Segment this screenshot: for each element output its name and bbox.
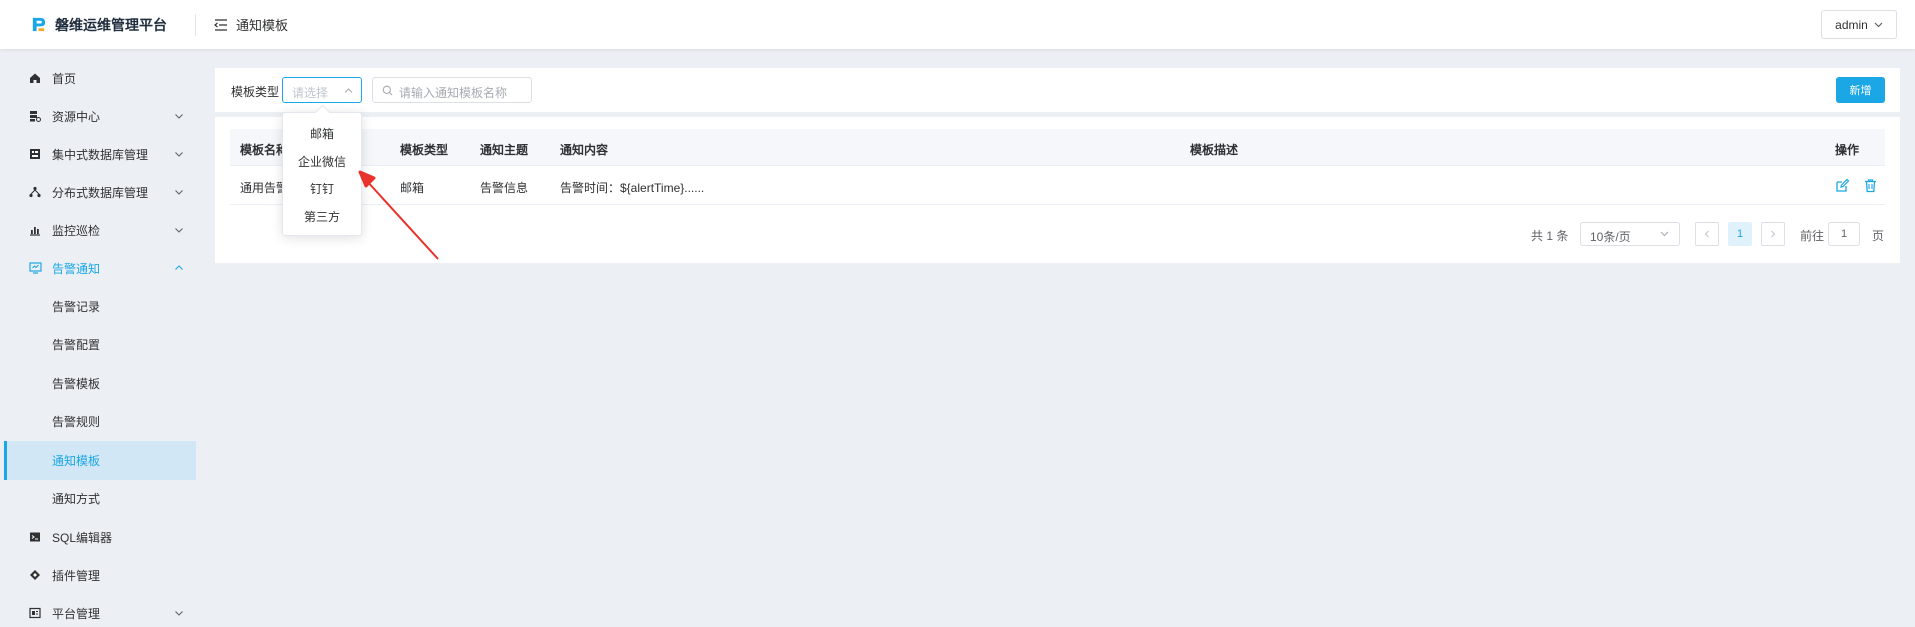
option-dingtalk[interactable]: 钉钉 [283,175,361,203]
breadcrumb: 通知模板 [214,15,288,34]
platform-icon [28,606,42,620]
col-template-type: 模板类型 [400,143,449,157]
col-subject: 通知主题 [480,143,529,157]
search-placeholder: 请输入通知模板名称 [399,86,508,100]
sidebar-item-sql-editor[interactable]: SQL编辑器 [4,518,196,556]
chevron-up-icon [175,265,183,270]
filter-toolbar: 模板类型 请选择 请输入通知模板名称 新增 [215,68,1900,112]
sidebar-subitem-alert-rules[interactable]: 告警规则 [4,403,196,442]
option-third-party[interactable]: 第三方 [283,203,361,231]
brand[interactable]: 磐维运维管理平台 [0,13,196,36]
goto-prefix: 前往 [1800,229,1825,243]
goto-page-input[interactable]: 1 [1828,222,1860,246]
table-row: 通用告警 邮箱 告警信息 告警时间：${alertTime}...... [230,166,1885,205]
page-size-value: 10条/页 [1590,230,1631,244]
chevron-down-icon [1874,22,1883,27]
sidebar-subitem-alert-templates[interactable]: 告警模板 [4,364,196,403]
cell-subject: 告警信息 [480,181,529,195]
chevron-down-icon [175,190,183,195]
resource-icon [28,109,42,123]
brand-name: 磐维运维管理平台 [55,16,167,33]
terminal-icon [28,530,42,544]
chevron-up-icon [344,88,353,93]
chevron-down-icon [175,114,183,119]
user-menu[interactable]: admin [1821,10,1897,39]
search-icon [382,85,393,96]
sidebar-item-label: 首页 [52,71,77,86]
cell-type: 邮箱 [400,181,425,195]
sidebar-item-label: 告警通知 [52,261,101,276]
sidebar-item-label: 平台管理 [52,606,101,621]
sidebar-item-label: 资源中心 [52,109,101,124]
page-size-select[interactable]: 10条/页 [1580,222,1680,246]
chevron-down-icon [175,611,183,616]
logo-icon [32,17,46,32]
goto-suffix: 页 [1872,229,1885,243]
sidebar-item-plugins[interactable]: 插件管理 [4,556,196,594]
menu-collapse-icon[interactable] [214,18,228,31]
chart-icon [28,223,42,237]
sidebar-subitem-alert-records[interactable]: 告警记录 [4,287,196,326]
page-number-current[interactable]: 1 [1728,222,1752,246]
chevron-left-icon [1704,230,1709,238]
template-type-dropdown: 邮箱 企业微信 钉钉 第三方 [282,112,362,236]
add-button[interactable]: 新增 [1836,77,1885,103]
col-description: 模板描述 [1190,143,1239,157]
sidebar: 首页 资源中心 集中式数据库管理 分布式数据库管理 监控巡检 告警通知 告警记录… [4,59,196,627]
chevron-right-icon [1771,230,1776,238]
edit-icon[interactable] [1835,178,1850,193]
option-wecom[interactable]: 企业微信 [283,148,361,176]
sidebar-subitem-notification-methods[interactable]: 通知方式 [4,480,196,519]
total-count: 共 1 条 [1531,229,1569,243]
sidebar-item-home[interactable]: 首页 [4,59,196,97]
option-email[interactable]: 邮箱 [283,120,361,148]
sidebar-item-centralized-db[interactable]: 集中式数据库管理 [4,135,196,173]
sidebar-item-monitoring[interactable]: 监控巡检 [4,211,196,249]
sidebar-item-alerts[interactable]: 告警通知 [4,249,196,287]
template-name-search[interactable]: 请输入通知模板名称 [372,77,532,103]
cell-content: 告警时间：${alertTime}...... [560,181,705,195]
sidebar-item-label: 监控巡检 [52,223,101,238]
sidebar-item-platform[interactable]: 平台管理 [4,594,196,627]
col-template-name: 模板名称 [240,143,289,157]
next-page-button[interactable] [1761,222,1785,246]
home-icon [28,71,42,85]
template-type-select[interactable]: 请选择 [282,77,362,103]
plugin-icon [28,568,42,582]
col-content: 通知内容 [560,143,609,157]
sidebar-subitem-alert-config[interactable]: 告警配置 [4,326,196,365]
top-header: 磐维运维管理平台 通知模板 admin [0,0,1915,49]
sidebar-item-label: SQL编辑器 [52,530,113,545]
chevron-down-icon [1660,231,1669,237]
sidebar-subitem-notification-templates[interactable]: 通知模板 [4,441,196,480]
sidebar-item-label: 插件管理 [52,568,101,583]
user-name: admin [1835,17,1868,32]
table-header: 模板名称 模板类型 通知主题 通知内容 模板描述 操作 [230,129,1885,166]
distributed-icon [28,185,42,199]
template-table: 模板名称 模板类型 通知主题 通知内容 模板描述 操作 通用告警 邮箱 告警信息… [215,117,1900,263]
prev-page-button[interactable] [1695,222,1719,246]
database-icon [28,147,42,161]
chevron-down-icon [175,228,183,233]
pagination: 共 1 条 10条/页 1 前往 1 页 [215,222,1900,246]
select-placeholder: 请选择 [292,86,329,100]
sidebar-item-resource[interactable]: 资源中心 [4,97,196,135]
template-type-label: 模板类型 [231,85,280,99]
sidebar-item-label: 分布式数据库管理 [52,185,149,200]
chevron-down-icon [175,152,183,157]
sidebar-item-label: 集中式数据库管理 [52,147,149,162]
sidebar-item-distributed-db[interactable]: 分布式数据库管理 [4,173,196,211]
delete-icon[interactable] [1863,178,1878,193]
cell-name: 通用告警 [240,181,289,195]
col-actions: 操作 [1835,143,1860,157]
alert-monitor-icon [28,261,42,275]
page-title: 通知模板 [236,18,289,33]
